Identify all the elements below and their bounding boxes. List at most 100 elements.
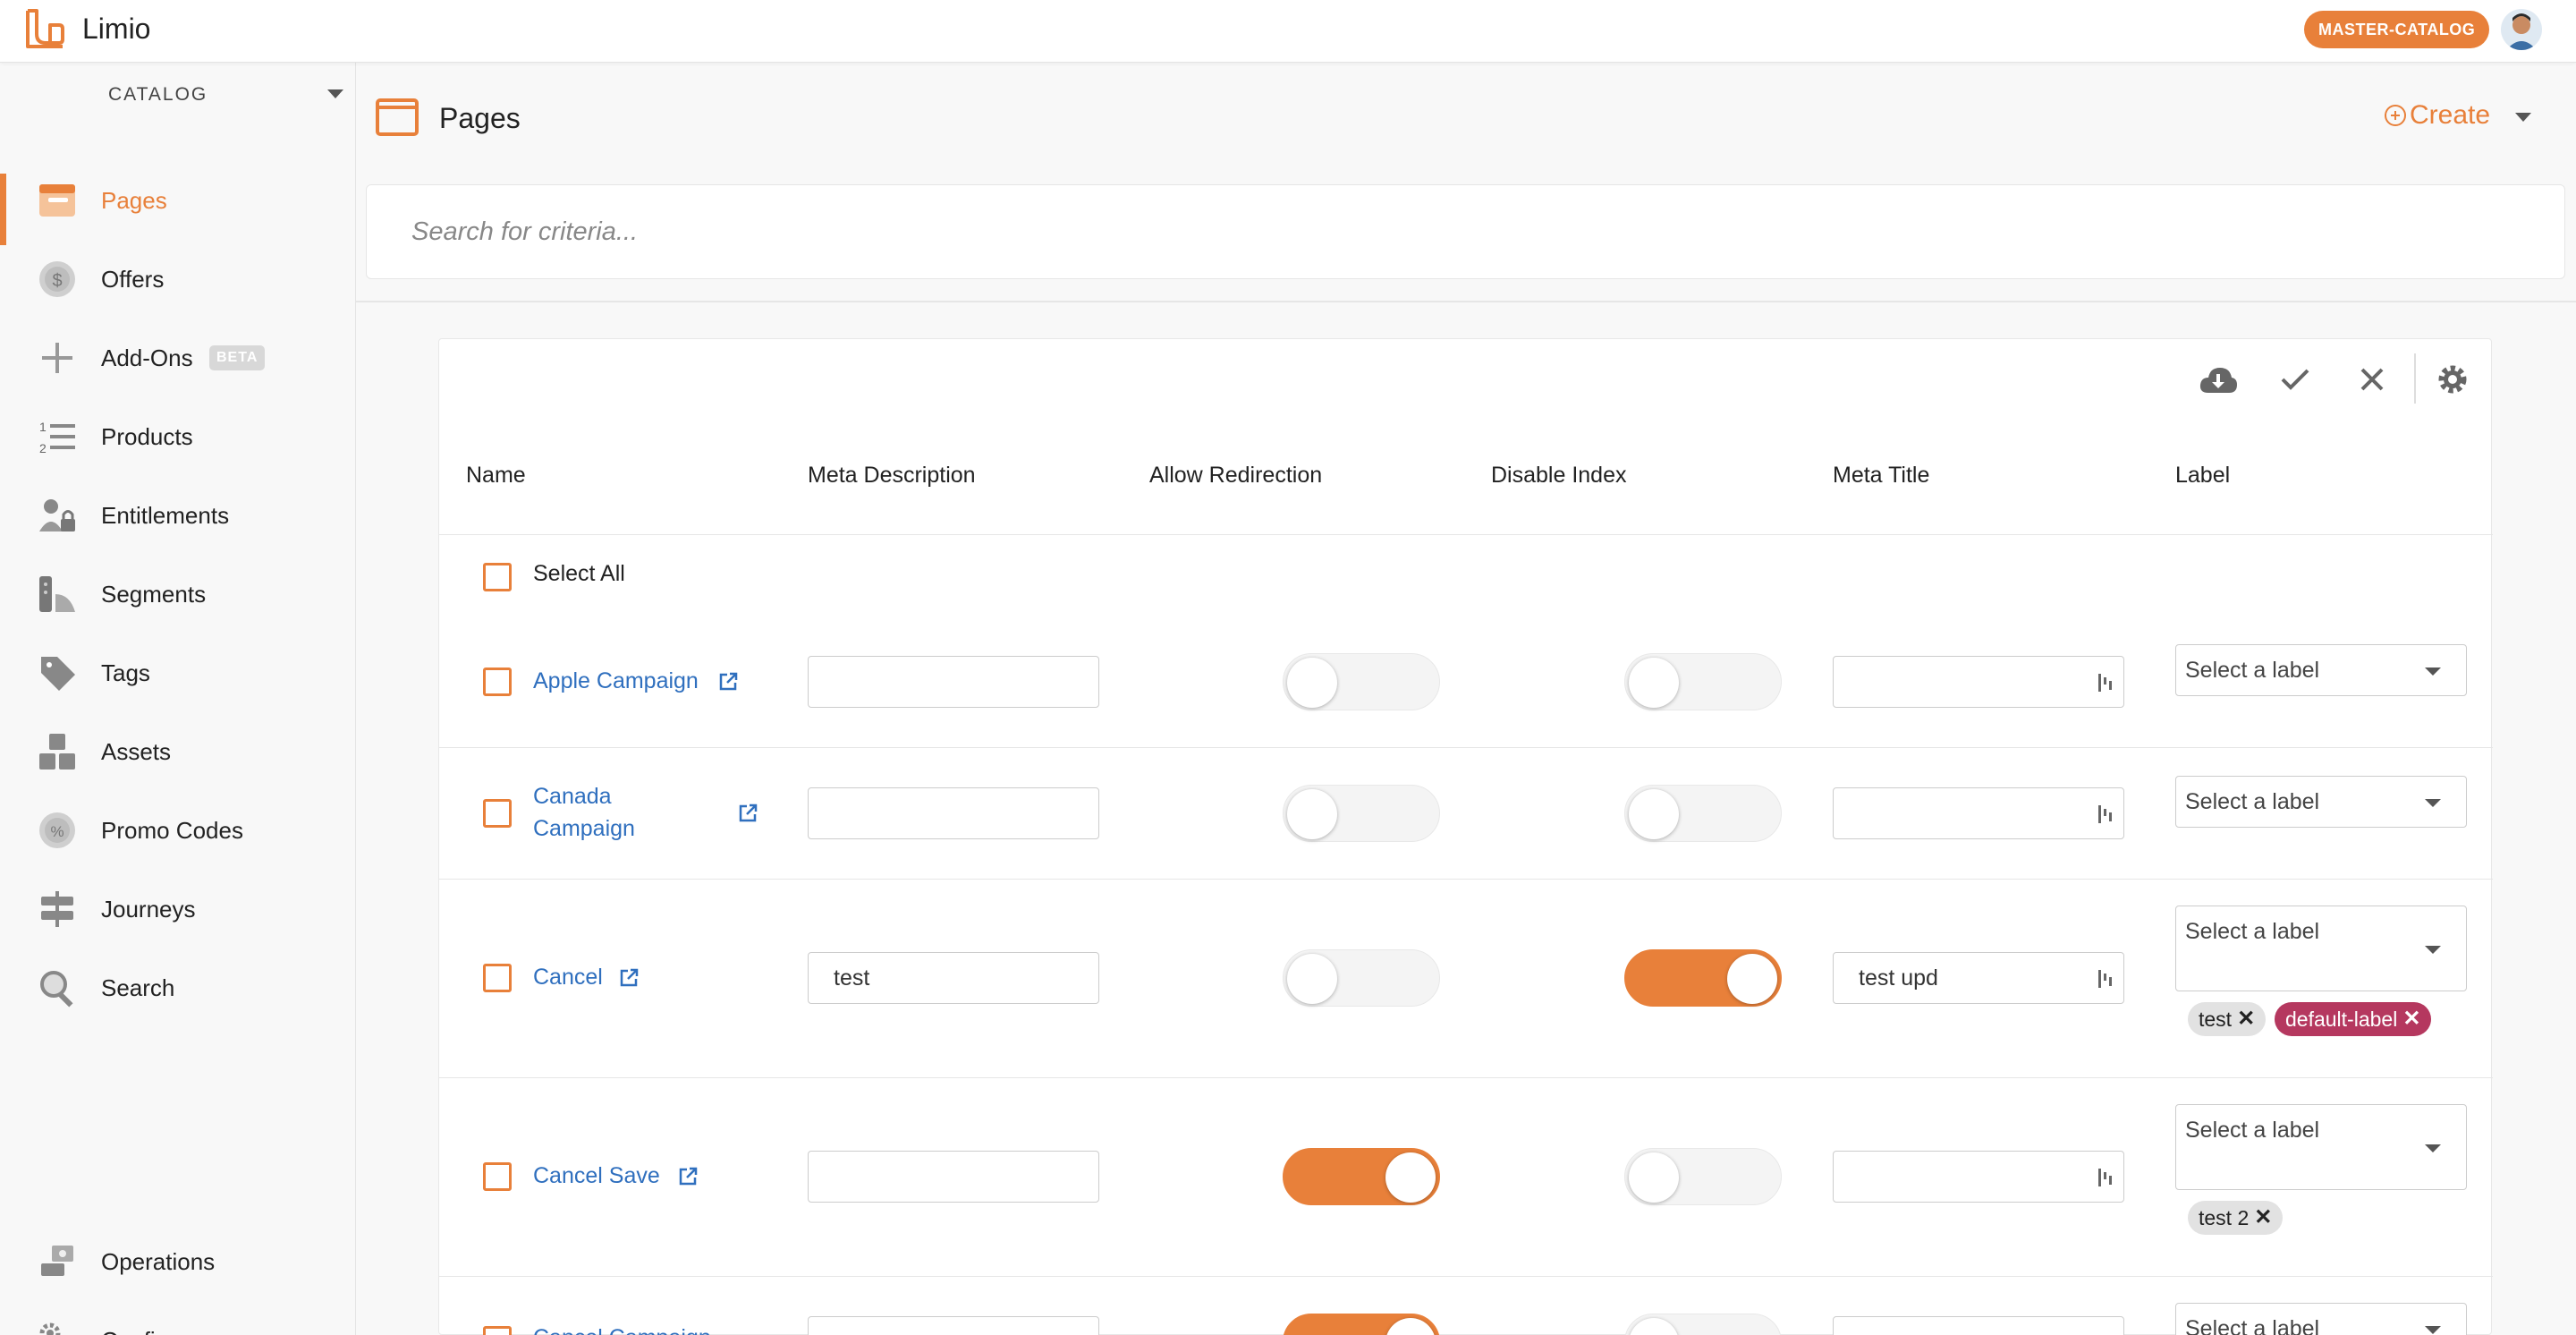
row-checkbox[interactable] (483, 799, 512, 828)
sidebar-item-segments[interactable]: Segments (0, 560, 356, 628)
row-checkbox[interactable] (483, 964, 512, 992)
toggle-knob (1727, 954, 1777, 1004)
create-button[interactable]: Create (2385, 100, 2490, 131)
label-select-placeholder: Select a label (2185, 658, 2320, 683)
allow-redirection-toggle[interactable] (1283, 1314, 1440, 1335)
row-divider (439, 1077, 2493, 1078)
remove-label-icon[interactable]: ✕ (2237, 1002, 2255, 1036)
sidebar-item-pages[interactable]: Pages (0, 166, 356, 245)
cloud-download-icon[interactable] (2198, 359, 2239, 400)
catalog-badge[interactable]: MASTER-CATALOG (2304, 11, 2490, 48)
allow-redirection-toggle[interactable] (1283, 785, 1440, 842)
meta-title-input[interactable] (1833, 1151, 2124, 1203)
divider (356, 301, 2576, 302)
field-picker-icon[interactable] (2097, 1167, 2114, 1188)
catalog-label: CATALOG (108, 84, 208, 105)
gear-icon[interactable] (2432, 359, 2473, 400)
signpost-icon (36, 888, 79, 931)
meta-description-input[interactable] (808, 1151, 1099, 1203)
label-select[interactable]: Select a label (2175, 906, 2467, 991)
meta-description-input[interactable] (808, 1316, 1099, 1335)
label-select[interactable]: Select a label (2175, 776, 2467, 828)
select-all-checkbox[interactable] (483, 563, 512, 591)
label-select[interactable]: Select a label (2175, 1303, 2467, 1335)
label-chip-text: default-label (2285, 1008, 2398, 1031)
disable-index-toggle[interactable] (1624, 785, 1782, 842)
column-header-disable-index[interactable]: Disable Index (1491, 463, 1626, 489)
sidebar-item-promo-codes[interactable]: % Promo Codes (0, 796, 356, 864)
sidebar-item-assets[interactable]: Assets (0, 718, 356, 786)
label-select[interactable]: Select a label (2175, 1104, 2467, 1190)
external-link-icon[interactable] (738, 804, 758, 823)
meta-description-input[interactable] (808, 656, 1099, 708)
meta-title-input[interactable] (1833, 787, 2124, 839)
check-icon[interactable] (2275, 359, 2316, 400)
row-checkbox[interactable] (483, 1162, 512, 1191)
toggle-knob (1287, 789, 1337, 839)
remove-label-icon[interactable]: ✕ (2402, 1002, 2420, 1036)
row-checkbox[interactable] (483, 1326, 512, 1335)
disable-index-toggle[interactable] (1624, 949, 1782, 1007)
external-link-icon[interactable] (619, 968, 639, 988)
remove-label-icon[interactable]: ✕ (2254, 1201, 2272, 1235)
create-dropdown-icon[interactable] (2515, 113, 2531, 122)
search-input[interactable] (411, 217, 2469, 247)
sidebar: CATALOG Pages $ Offers Add-Ons BETA 12 P… (0, 63, 356, 1335)
column-header-meta-title[interactable]: Meta Title (1833, 463, 1929, 489)
column-header-allow-redirection[interactable]: Allow Redirection (1149, 463, 1322, 489)
field-picker-icon[interactable] (2097, 968, 2114, 990)
sidebar-item-products[interactable]: 12 Products (0, 403, 356, 471)
gears-icon (36, 1319, 79, 1335)
operations-icon (36, 1240, 79, 1283)
disable-index-toggle[interactable] (1624, 1148, 1782, 1205)
label-select-placeholder: Select a label (2185, 919, 2320, 944)
sidebar-item-label: Operations (101, 1247, 216, 1275)
sidebar-item-entitlements[interactable]: Entitlements (0, 481, 356, 549)
limio-logo[interactable] (23, 7, 66, 52)
disable-index-toggle[interactable] (1624, 653, 1782, 710)
meta-title-input[interactable] (1833, 656, 2124, 708)
meta-title-input[interactable] (1833, 1316, 2124, 1335)
chevron-down-icon (2425, 1144, 2441, 1152)
sidebar-item-add-ons[interactable]: Add-Ons BETA (0, 324, 356, 392)
allow-redirection-toggle[interactable] (1283, 949, 1440, 1007)
catalog-dropdown-icon[interactable] (327, 89, 343, 98)
allow-redirection-toggle[interactable] (1283, 1148, 1440, 1205)
sidebar-item-label: Offers (101, 265, 165, 293)
page-name-link[interactable]: Cancel Campaign (533, 1322, 711, 1335)
meta-description-input[interactable] (808, 787, 1099, 839)
percent-badge-icon: % (36, 809, 79, 852)
external-link-icon[interactable] (718, 672, 738, 692)
field-picker-icon[interactable] (2097, 804, 2114, 825)
sidebar-item-label: Config (101, 1327, 168, 1335)
label-chip-text: test 2 (2199, 1206, 2250, 1229)
column-header-name[interactable]: Name (466, 463, 526, 489)
magnifier-icon (36, 966, 79, 1009)
column-header-label[interactable]: Label (2175, 463, 2230, 489)
plus-icon (36, 336, 79, 379)
close-icon[interactable] (2351, 359, 2393, 400)
disable-index-toggle[interactable] (1624, 1314, 1782, 1335)
sidebar-item-search[interactable]: Search (0, 954, 356, 1022)
page-name-link[interactable]: Canada Campaign (533, 780, 635, 845)
field-picker-icon[interactable] (2097, 672, 2114, 693)
meta-description-input[interactable]: test (808, 952, 1099, 1004)
sidebar-item-offers[interactable]: $ Offers (0, 245, 356, 313)
row-divider (439, 1276, 2493, 1277)
page-name-link[interactable]: Apple Campaign (533, 665, 699, 697)
allow-redirection-toggle[interactable] (1283, 653, 1440, 710)
sidebar-item-tags[interactable]: Tags (0, 639, 356, 707)
sidebar-item-journeys[interactable]: Journeys (0, 875, 356, 943)
meta-title-input[interactable]: test upd (1833, 952, 2124, 1004)
sidebar-item-config[interactable]: Config (0, 1306, 356, 1335)
row-checkbox[interactable] (483, 668, 512, 696)
column-header-meta-description[interactable]: Meta Description (808, 463, 976, 489)
avatar[interactable] (2501, 9, 2542, 50)
toggle-knob (1629, 658, 1679, 708)
page-name-link[interactable]: Cancel (533, 961, 603, 993)
page-name-link[interactable]: Cancel Save (533, 1160, 660, 1192)
label-select[interactable]: Select a label (2175, 644, 2467, 696)
page-name-line: Canada (533, 784, 612, 809)
sidebar-item-operations[interactable]: Operations (0, 1228, 356, 1296)
external-link-icon[interactable] (678, 1167, 698, 1186)
